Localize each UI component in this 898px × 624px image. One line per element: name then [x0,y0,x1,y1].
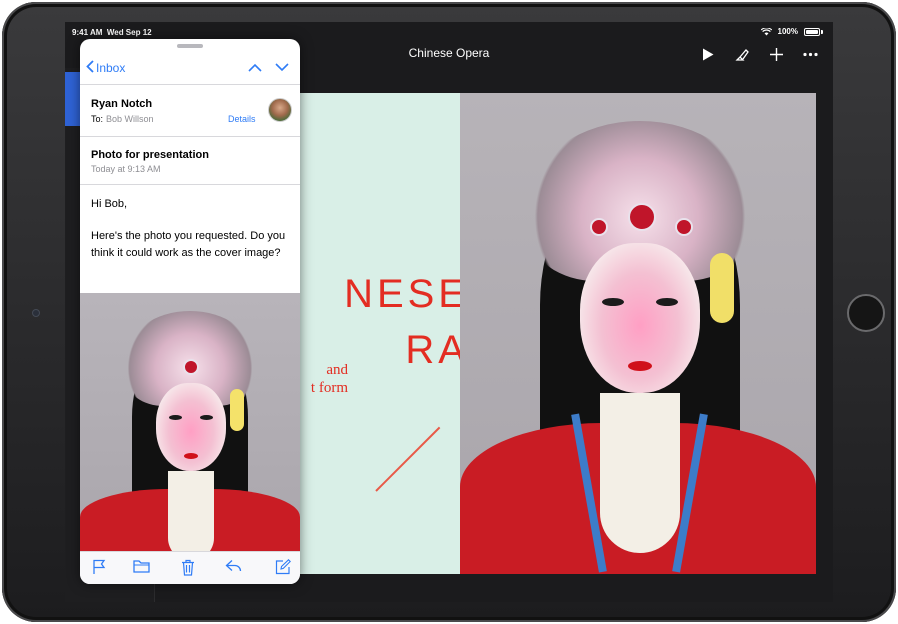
headdress-jewel [590,218,608,236]
slide-accent-line[interactable] [375,426,441,492]
hair-flowers [230,389,244,431]
figure-collar [168,471,214,551]
front-camera [32,309,40,317]
details-link[interactable]: Details [228,114,256,124]
opera-figure-small [80,293,300,551]
mail-toolbar [80,551,300,584]
flag-icon[interactable] [88,559,110,579]
sender-name[interactable]: Ryan Notch [91,98,152,110]
status-time: 9:41 AM Wed Sep 12 [72,28,152,37]
status-date-text: Wed Sep 12 [106,28,152,37]
trash-icon[interactable] [177,559,199,579]
subject-block: Photo for presentation Today at 9:13 AM [80,137,300,185]
battery-icon [804,27,820,36]
slide-subtitle[interactable]: and t form [300,361,348,397]
selected-slide-indicator [65,72,81,126]
add-icon[interactable] [766,44,786,64]
figure-eye [200,415,213,420]
chevron-up-icon[interactable] [245,59,265,77]
slide-photo[interactable] [460,93,816,574]
folder-icon[interactable] [130,559,152,579]
recipient-name[interactable]: Bob Willson [106,114,154,124]
figure-collar [600,393,680,553]
wifi-icon [760,27,772,35]
message-body: Hi Bob, Here's the photo you requested. … [91,196,291,277]
avatar[interactable] [268,98,292,122]
status-time-text: 9:41 AM [72,28,103,37]
compose-icon[interactable] [272,559,294,579]
slide-over-grabber[interactable] [177,44,203,48]
hair-flowers [710,253,734,323]
battery-percent: 100% [777,27,798,36]
figure-lips [184,453,198,459]
attached-photo[interactable] [80,293,300,551]
home-button[interactable] [847,294,885,332]
back-label: Inbox [96,61,126,75]
reply-icon[interactable] [222,559,244,579]
figure-lips [628,361,652,371]
headdress-jewel [183,359,199,375]
mail-slide-over: Inbox Ryan Notch To: Bob Willson Details … [80,39,300,584]
status-right: 100% [760,27,823,36]
chevron-left-icon [86,60,94,76]
message-header: Ryan Notch To: Bob Willson Details [80,85,300,137]
battery-tip [821,29,823,34]
message-subject: Photo for presentation [91,149,209,161]
message-date: Today at 9:13 AM [91,164,161,174]
message-greeting: Hi Bob, [91,198,128,210]
headdress-jewel [675,218,693,236]
slide-canvas[interactable]: NESE RA and t form [300,93,816,574]
recipient-row: To: Bob Willson [91,114,154,124]
more-icon[interactable] [800,44,820,64]
format-brush-icon[interactable] [732,44,752,64]
back-to-inbox-button[interactable]: Inbox [86,60,125,76]
chevron-down-icon[interactable] [272,59,292,77]
message-paragraph: Here's the photo you requested. Do you t… [91,230,286,259]
figure-eye [169,415,182,420]
to-label: To: [91,114,104,124]
figure-eye [656,298,678,306]
play-icon[interactable] [698,44,718,64]
opera-figure [460,93,816,574]
headdress-jewel [628,203,656,231]
figure-eye [602,298,624,306]
mail-nav-bar: Inbox [80,53,300,85]
